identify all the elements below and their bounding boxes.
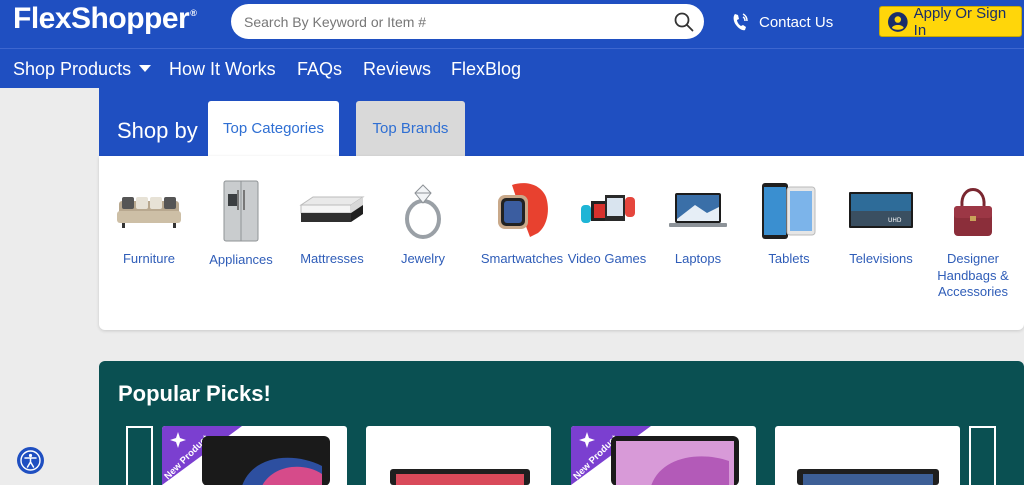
nav-shop-products-label: Shop Products [13,59,132,79]
category-label: Laptops [674,251,722,266]
popular-picks-section: Popular Picks! New Product New Product [99,361,1024,485]
product-card[interactable]: New Product [571,426,756,485]
category-label: Appliances [209,252,273,267]
apply-or-sign-in-button[interactable]: Apply Or Sign In [879,4,1022,39]
category-label: Furniture [122,251,176,266]
smartwatch-icon [477,178,567,244]
nav-reviews[interactable]: Reviews [363,59,431,80]
category-label: Smartwatches [480,251,564,266]
laptop-icon [653,178,743,244]
accessibility-button[interactable] [17,447,44,474]
carousel-next-button[interactable] [969,426,996,485]
contact-us-link[interactable]: Contact Us [731,11,833,33]
site-header: FlexShopper® Contact Us Apply Or Sign In… [0,0,1024,88]
shop-by-label: Shop by [117,118,198,143]
mattress-icon [287,178,377,244]
product-card[interactable]: New Product [162,426,347,485]
ring-icon [378,178,468,244]
tab-top-brands[interactable]: Top Brands [356,101,465,156]
nav-faqs[interactable]: FAQs [297,59,342,80]
shop-by-header: Shop by Top Categories Top Brands [99,88,1024,156]
tablet-image [202,436,330,485]
popular-picks-title: Popular Picks! [118,381,271,406]
flexshopper-logo[interactable]: FlexShopper® [13,2,197,36]
sign-in-label: Apply Or Sign In [913,4,1007,39]
category-label: Tablets [768,251,810,266]
caret-down-icon [139,64,152,72]
search-icon[interactable] [674,12,694,32]
refrigerator-icon [196,178,286,244]
laptop-image [797,469,939,485]
user-icon [888,11,908,32]
handbag-icon [928,178,1018,244]
nav-flexblog[interactable]: FlexBlog [451,59,521,80]
category-label: Video Games [567,251,647,266]
product-card[interactable] [775,426,960,485]
category-label: Jewelry [400,251,446,266]
contact-us-label: Contact Us [759,13,834,31]
product-card[interactable] [366,426,551,485]
category-label: Televisions [849,251,913,266]
tv-icon: UHD [836,178,926,244]
phone-icon [733,13,748,31]
svg-text:UHD: UHD [888,217,902,224]
game-console-icon [562,178,652,244]
accessibility-icon [20,450,41,471]
sofa-icon [104,178,194,244]
nav-how-it-works[interactable]: How It Works [169,59,276,80]
carousel-prev-button[interactable] [126,426,153,485]
tablet-icon [744,178,834,244]
category-label: Mattresses [300,251,364,266]
category-label: Designer Handbags & Accessories [937,251,1009,299]
search-input[interactable] [244,12,664,32]
tablet-image [611,436,739,485]
search-bar [231,4,704,39]
tab-top-categories[interactable]: Top Categories [208,101,339,156]
main-nav: Shop Products How It Works FAQs Reviews … [0,48,1024,88]
category-panel: Furniture Appliances Mattresses Jewelry … [99,156,1024,330]
nav-shop-products[interactable]: Shop Products [13,59,152,80]
laptop-image [390,469,530,485]
